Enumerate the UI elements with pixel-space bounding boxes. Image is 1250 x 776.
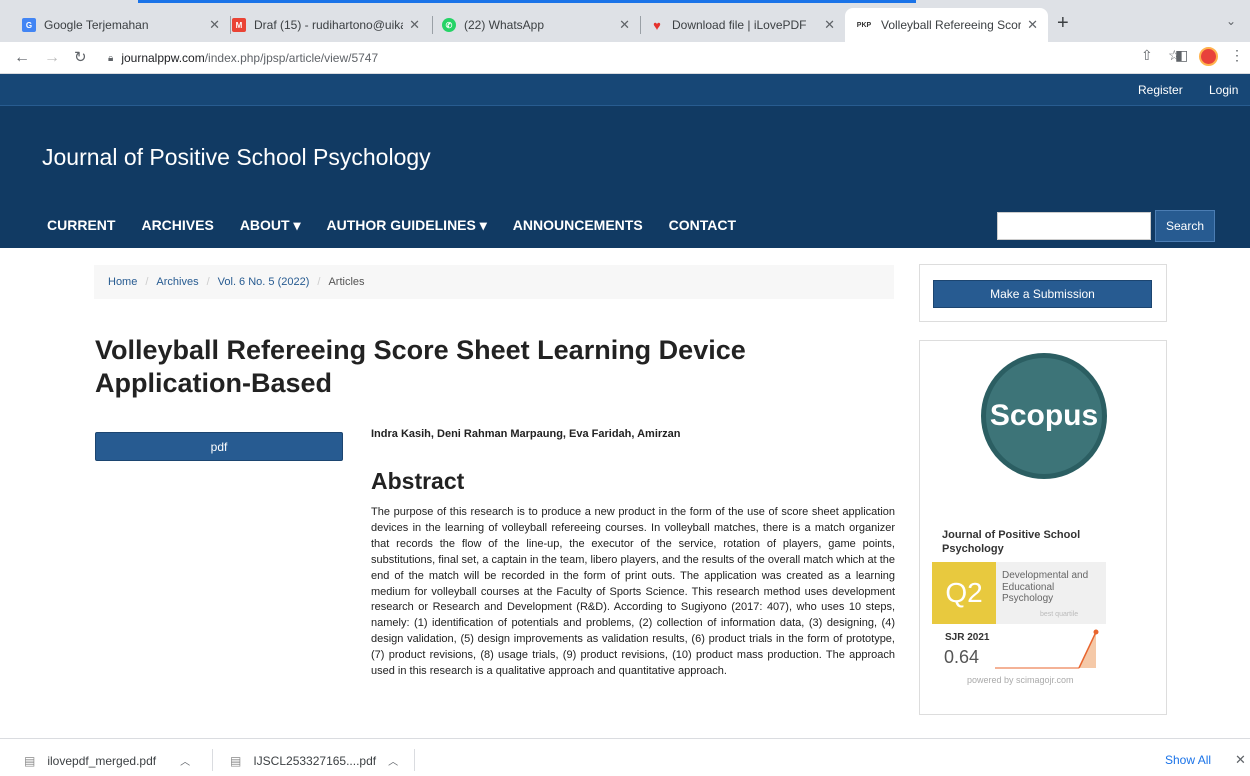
translate-icon: G: [22, 18, 36, 32]
breadcrumb-current: Articles: [328, 276, 365, 288]
tab-strip: G Google Terjemahan ✕ M Draf (15) - rudi…: [0, 0, 1250, 42]
pdf-download-button[interactable]: pdf: [95, 432, 343, 461]
download-item[interactable]: ▤ IJSCL253327165....pdf ︿: [230, 753, 398, 769]
whatsapp-icon: ✆: [442, 18, 456, 32]
chevron-up-icon[interactable]: ︿: [180, 753, 190, 768]
close-tab-icon[interactable]: ✕: [409, 17, 420, 33]
breadcrumb-archives[interactable]: Archives: [156, 276, 198, 288]
downloads-bar: ▤ ilovepdf_merged.pdf ︿ ▤ IJSCL253327165…: [0, 738, 1250, 776]
gmail-icon: M: [232, 18, 246, 32]
download-filename: ilovepdf_merged.pdf: [47, 753, 157, 768]
tab-active-article[interactable]: PKP Volleyball Refereeing Score Sh... ✕: [845, 8, 1048, 42]
breadcrumb-separator: /: [145, 276, 149, 288]
login-link[interactable]: Login: [1209, 83, 1238, 97]
sjr-quartile-badge: Q2: [932, 562, 996, 624]
nav-contact[interactable]: CONTACT: [669, 217, 736, 234]
close-tab-icon[interactable]: ✕: [209, 17, 220, 33]
nav-archives[interactable]: ARCHIVES: [141, 217, 213, 234]
register-link[interactable]: Register: [1138, 83, 1183, 97]
sjr-powered-by[interactable]: powered by scimagojr.com: [967, 675, 1074, 685]
tab-search-chevron-icon[interactable]: ⌄: [1226, 14, 1236, 28]
close-tab-icon[interactable]: ✕: [619, 17, 630, 33]
heart-icon: ♥: [653, 17, 661, 33]
tab-title: Download file | iLovePDF: [672, 18, 807, 32]
make-submission-button[interactable]: Make a Submission: [933, 280, 1152, 308]
user-nav-bar: Register Login: [0, 74, 1250, 106]
nav-announcements[interactable]: ANNOUNCEMENTS: [513, 217, 643, 234]
scopus-logo[interactable]: Scopus: [981, 353, 1107, 479]
close-tab-icon[interactable]: ✕: [824, 17, 835, 33]
url-host: journalppw.com: [121, 51, 205, 65]
tab-ilovepdf[interactable]: ♥ Download file | iLovePDF ✕: [640, 8, 845, 42]
chevron-up-icon[interactable]: ︿: [388, 753, 398, 768]
download-divider: [212, 749, 213, 771]
new-tab-button[interactable]: +: [1057, 12, 1069, 35]
breadcrumb-separator: /: [206, 276, 210, 288]
article-title: Volleyball Refereeing Score Sheet Learni…: [95, 335, 746, 398]
tab-whatsapp[interactable]: ✆ (22) WhatsApp ✕: [432, 8, 640, 42]
share-icon[interactable]: ⇧: [1141, 47, 1153, 64]
back-icon[interactable]: ←: [14, 49, 30, 67]
forward-icon[interactable]: →: [44, 49, 60, 67]
abstract-text: The purpose of this research is to produ…: [371, 506, 896, 678]
tab-gmail[interactable]: M Draf (15) - rudihartono@uika-... ✕: [222, 8, 430, 42]
download-item[interactable]: ▤ ilovepdf_merged.pdf ︿: [24, 753, 190, 769]
show-all-downloads-button[interactable]: Show All: [1165, 753, 1211, 767]
sidepanel-icon[interactable]: ◧: [1175, 47, 1188, 64]
tab-title: Google Terjemahan: [44, 18, 149, 32]
sjr-journal-name[interactable]: Journal of Positive School Psychology: [942, 528, 1112, 556]
loading-indicator: [138, 0, 916, 3]
abstract-heading: Abstract: [371, 468, 465, 494]
primary-nav: CURRENT ARCHIVES ABOUT ▾ AUTHOR GUIDELIN…: [47, 217, 762, 234]
close-icon[interactable]: ✕: [1235, 752, 1246, 768]
breadcrumb-issue[interactable]: Vol. 6 No. 5 (2022): [218, 276, 310, 288]
close-tab-icon[interactable]: ✕: [1027, 17, 1038, 33]
nav-author-guidelines[interactable]: AUTHOR GUIDELINES ▾: [327, 217, 487, 234]
site-header: Journal of Positive School Psychology CU…: [0, 106, 1250, 248]
sjr-trend-chart: [995, 629, 1099, 669]
download-filename: IJSCL253327165....pdf: [253, 753, 377, 768]
nav-about[interactable]: ABOUT ▾: [240, 217, 301, 234]
breadcrumb: Home / Archives / Vol. 6 No. 5 (2022) / …: [94, 265, 894, 299]
download-divider: [414, 749, 415, 771]
tab-title: Volleyball Refereeing Score Sh...: [881, 18, 1022, 32]
site-title[interactable]: Journal of Positive School Psychology: [42, 144, 431, 171]
breadcrumb-separator: /: [317, 276, 321, 288]
profile-avatar[interactable]: [1199, 47, 1218, 66]
reload-icon[interactable]: ↻: [74, 49, 87, 67]
address-bar[interactable]: 🔒︎ journalppw.com/index.php/jpsp/article…: [108, 47, 1128, 69]
breadcrumb-home[interactable]: Home: [108, 276, 137, 288]
sjr-trend-point: [1093, 629, 1099, 635]
tab-title: (22) WhatsApp: [464, 18, 545, 32]
pdf-file-icon: ▤: [230, 753, 242, 768]
tab-title: Draf (15) - rudihartono@uika-...: [254, 18, 403, 32]
sjr-year-label: SJR 2021: [945, 632, 990, 643]
sjr-best-quartile: best quartile: [1040, 611, 1079, 618]
search-input[interactable]: [997, 212, 1151, 240]
search-button[interactable]: Search: [1155, 210, 1215, 242]
url-path: /index.php/jpsp/article/view/5747: [204, 51, 379, 65]
nav-current[interactable]: CURRENT: [47, 217, 115, 234]
pkp-icon: PKP: [856, 21, 872, 29]
article-authors: Indra Kasih, Deni Rahman Marpaung, Eva F…: [371, 428, 681, 440]
lock-icon: 🔒︎: [108, 52, 114, 64]
browser-menu-icon[interactable]: ⋮: [1230, 47, 1244, 64]
sjr-value: 0.64: [944, 647, 980, 667]
tab-google-translate[interactable]: G Google Terjemahan ✕: [12, 8, 230, 42]
pdf-file-icon: ▤: [24, 753, 36, 768]
